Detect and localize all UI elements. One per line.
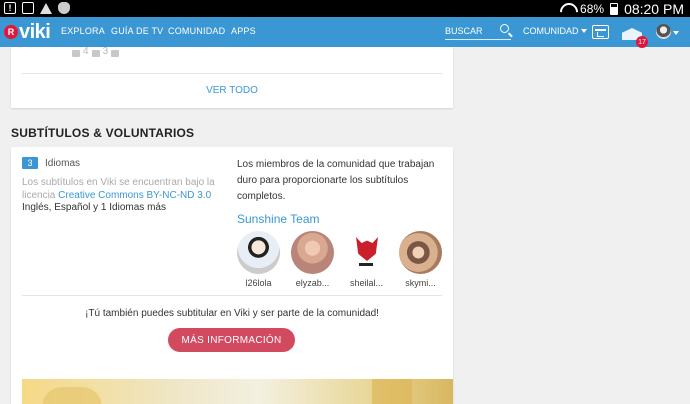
- camera-icon: [22, 2, 34, 14]
- alert-icon: !: [4, 2, 16, 14]
- viki-logo[interactable]: R viki: [4, 21, 51, 43]
- member-item[interactable]: skymi...: [399, 231, 442, 288]
- reviews-card: 4 3 VER TODO: [11, 47, 453, 108]
- cta-text: ¡Tú también puedes subtitular en Viki y …: [85, 308, 379, 319]
- license-text: Los subtítulos en Viki se encuentran baj…: [22, 176, 222, 202]
- divider: [22, 73, 442, 74]
- clock: 08:20 PM: [624, 0, 684, 17]
- comment-icon[interactable]: [91, 50, 100, 57]
- status-bar: ! 68% 08:20 PM: [0, 0, 690, 17]
- search-icon[interactable]: [500, 24, 509, 33]
- member-item[interactable]: elyzab...: [291, 231, 334, 288]
- member-name: elyzab...: [295, 278, 330, 288]
- user-avatar[interactable]: [656, 24, 671, 39]
- community-dropdown-label: COMUNIDAD: [523, 26, 579, 36]
- language-count-badge: 3: [22, 157, 38, 169]
- logo-text: viki: [19, 21, 51, 43]
- nav-link-explora[interactable]: EXPLORA: [61, 26, 105, 36]
- battery-percent: 68%: [580, 1, 605, 16]
- calendar-icon[interactable]: [592, 25, 609, 39]
- top-nav: R viki EXPLORA GUÍA DE TV COMUNIDAD APPS…: [0, 17, 690, 48]
- nav-link-apps[interactable]: APPS: [231, 26, 256, 36]
- search-placeholder: BUSCAR: [445, 26, 483, 36]
- avatar[interactable]: [237, 231, 280, 274]
- divider: [22, 295, 442, 296]
- chevron-down-icon[interactable]: [673, 31, 679, 35]
- like-icon[interactable]: [72, 50, 80, 57]
- member-name: sheilal...: [349, 278, 384, 288]
- more-info-button[interactable]: MÁS INFORMACIÓN: [168, 328, 295, 352]
- flag-icon[interactable]: [111, 50, 120, 57]
- like-count: 4: [83, 47, 89, 57]
- notification-badge: 17: [636, 36, 648, 48]
- section-title: SUBTÍTULOS & VOLUNTARIOS: [11, 126, 195, 140]
- nav-link-comunidad[interactable]: COMUNIDAD: [168, 26, 225, 36]
- logo-mark: R: [4, 25, 18, 39]
- chevron-down-icon: [580, 29, 587, 33]
- promo-banner-image[interactable]: [22, 379, 453, 404]
- member-name: skymi...: [405, 278, 436, 288]
- team-members: l26lola elyzab... sheilal... skymi...: [237, 231, 442, 288]
- language-label: Idiomas: [45, 157, 81, 169]
- comment-count: 3: [102, 47, 109, 57]
- nav-link-guia-tv[interactable]: GUÍA DE TV: [111, 26, 163, 36]
- language-count-row: 3 Idiomas: [22, 157, 80, 169]
- avatar[interactable]: [399, 231, 442, 274]
- member-name: l26lola: [245, 278, 272, 288]
- community-description: Los miembros de la comunidad que trabaja…: [237, 159, 435, 202]
- avatar[interactable]: [291, 231, 334, 274]
- user-alert-icon: [40, 2, 52, 14]
- member-item[interactable]: sheilal...: [345, 231, 388, 288]
- team-name-link[interactable]: Sunshine Team: [237, 212, 320, 226]
- review-actions: 4 3: [72, 47, 120, 57]
- battery-icon: [610, 2, 619, 15]
- shield-icon: [58, 2, 70, 14]
- language-list: Inglés, Español y 1 Idiomas más: [22, 202, 166, 213]
- wifi-icon: [560, 3, 574, 15]
- subtitles-card: 3 Idiomas Los subtítulos en Viki se encu…: [11, 147, 453, 404]
- community-dropdown[interactable]: COMUNIDAD: [523, 26, 587, 36]
- avatar[interactable]: [345, 231, 388, 274]
- member-item[interactable]: l26lola: [237, 231, 280, 288]
- license-link[interactable]: Creative Commons BY-NC-ND 3.0: [58, 190, 211, 201]
- search-input[interactable]: BUSCAR: [445, 24, 511, 40]
- see-all-link[interactable]: VER TODO: [11, 85, 453, 96]
